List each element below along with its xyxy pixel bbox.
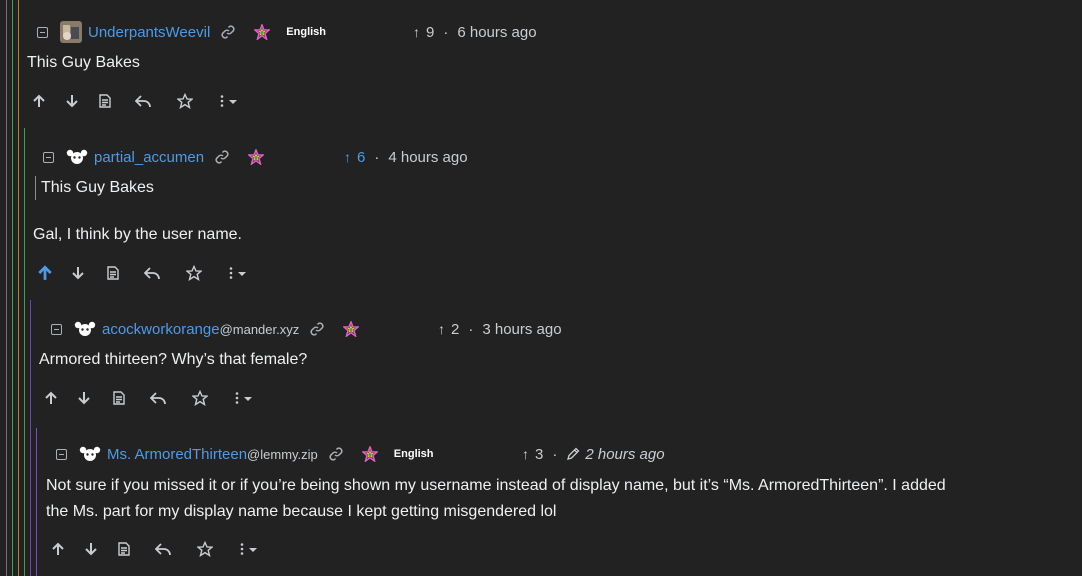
thread-rail-4[interactable] xyxy=(24,128,25,576)
comment-score: ↑ 3 · 2 hours ago xyxy=(522,443,665,465)
save-button[interactable] xyxy=(176,93,194,109)
upvote-button[interactable] xyxy=(42,391,60,405)
thread-rail-1[interactable] xyxy=(6,0,7,576)
comment-score: ↑ 9 · 6 hours ago xyxy=(413,21,537,43)
save-button[interactable] xyxy=(191,390,209,406)
username-link[interactable]: Ms. ArmoredThirteen xyxy=(107,446,247,463)
more-options-button[interactable] xyxy=(218,94,242,108)
arrow-up-icon: ↑ xyxy=(413,24,420,40)
arrow-up-icon: ↑ xyxy=(438,321,445,337)
comment-actions xyxy=(42,388,257,408)
downvote-button[interactable] xyxy=(69,266,87,280)
reply-button[interactable] xyxy=(154,542,172,556)
upvote-button-active[interactable] xyxy=(36,265,54,281)
language-tag: English xyxy=(286,26,327,38)
comment-actions xyxy=(49,539,262,559)
separator-dot: · xyxy=(374,148,380,166)
user-instance: @lemmy.zip xyxy=(247,446,318,462)
link-icon[interactable] xyxy=(220,24,236,40)
username-link[interactable]: partial_accumen xyxy=(94,149,204,166)
view-source-button[interactable] xyxy=(115,542,133,556)
save-button[interactable] xyxy=(185,265,203,281)
timestamp[interactable]: 6 hours ago xyxy=(457,24,536,41)
view-source-button[interactable] xyxy=(104,266,122,280)
comment-score: ↑ 2 · 3 hours ago xyxy=(438,318,562,340)
rainbow-star-icon xyxy=(343,321,360,337)
upvote-button[interactable] xyxy=(49,542,67,556)
downvote-button[interactable] xyxy=(63,94,81,108)
pencil-icon xyxy=(566,447,580,461)
link-icon[interactable] xyxy=(214,149,230,165)
collapse-button[interactable] xyxy=(56,448,67,460)
comment-body: This Guy Bakes xyxy=(27,54,140,71)
separator-dot: · xyxy=(443,23,449,41)
default-avatar-icon xyxy=(74,318,96,340)
arrow-up-icon: ↑ xyxy=(522,446,529,462)
score-value: 6 xyxy=(357,148,366,166)
comment-header: partial_accumen xyxy=(43,146,265,168)
comment-quote: This Guy Bakes xyxy=(35,176,154,200)
score-value: 3 xyxy=(535,445,544,463)
arrow-up-icon: ↑ xyxy=(344,149,351,165)
more-options-button[interactable] xyxy=(233,391,257,405)
more-options-button[interactable] xyxy=(238,542,262,556)
collapse-button[interactable] xyxy=(43,151,54,163)
comment-body-line-1: Not sure if you missed it or if you’re b… xyxy=(46,477,946,494)
comment-body: Not sure if you missed it or if you’re b… xyxy=(46,473,1066,525)
username-link[interactable]: UnderpantsWeevil xyxy=(88,24,210,41)
comment-score: ↑ 6 · 4 hours ago xyxy=(344,146,468,168)
thread-rail-3[interactable] xyxy=(18,0,19,576)
score-value: 2 xyxy=(451,320,460,338)
more-options-button[interactable] xyxy=(227,266,251,280)
language-tag: English xyxy=(393,448,434,460)
thread-rail-2[interactable] xyxy=(12,0,13,576)
username-link[interactable]: acockworkorange xyxy=(102,321,220,338)
comment-header: UnderpantsWeevil English xyxy=(37,21,326,43)
reply-button[interactable] xyxy=(149,391,167,405)
link-icon[interactable] xyxy=(309,321,325,337)
thread-rail-6[interactable] xyxy=(36,428,37,576)
view-source-button[interactable] xyxy=(96,94,114,108)
link-icon[interactable] xyxy=(328,446,344,462)
timestamp[interactable]: 3 hours ago xyxy=(482,321,561,338)
view-source-button[interactable] xyxy=(110,391,128,405)
timestamp[interactable]: 2 hours ago xyxy=(585,446,664,463)
comment-actions xyxy=(36,263,251,283)
separator-dot: · xyxy=(552,445,558,463)
comment-actions xyxy=(30,91,242,111)
separator-dot: · xyxy=(468,320,474,338)
rainbow-star-icon xyxy=(361,446,378,462)
comment-header: acockworkorange @mander.xyz xyxy=(51,318,360,340)
avatar-image-icon xyxy=(60,21,82,43)
comment-header: Ms. ArmoredThirteen @lemmy.zip English xyxy=(56,443,434,465)
rainbow-star-icon xyxy=(254,24,271,40)
comment-body: Gal, I think by the user name. xyxy=(33,226,242,243)
user-instance: @mander.xyz xyxy=(219,321,300,337)
reply-button[interactable] xyxy=(134,94,152,108)
save-button[interactable] xyxy=(196,541,214,557)
rainbow-star-icon xyxy=(248,149,265,165)
downvote-button[interactable] xyxy=(82,542,100,556)
downvote-button[interactable] xyxy=(75,391,93,405)
reply-button[interactable] xyxy=(143,266,161,280)
score-value: 9 xyxy=(426,23,435,41)
default-avatar-icon xyxy=(66,146,88,168)
collapse-button[interactable] xyxy=(51,323,62,335)
timestamp[interactable]: 4 hours ago xyxy=(388,149,467,166)
default-avatar-icon xyxy=(79,443,101,465)
upvote-button[interactable] xyxy=(30,94,48,108)
collapse-button[interactable] xyxy=(37,26,48,38)
comment-body-line-2: the Ms. part for my display name because… xyxy=(46,503,557,520)
comment-body: Armored thirteen? Why’s that female? xyxy=(39,351,308,368)
thread-rail-5[interactable] xyxy=(30,300,31,576)
